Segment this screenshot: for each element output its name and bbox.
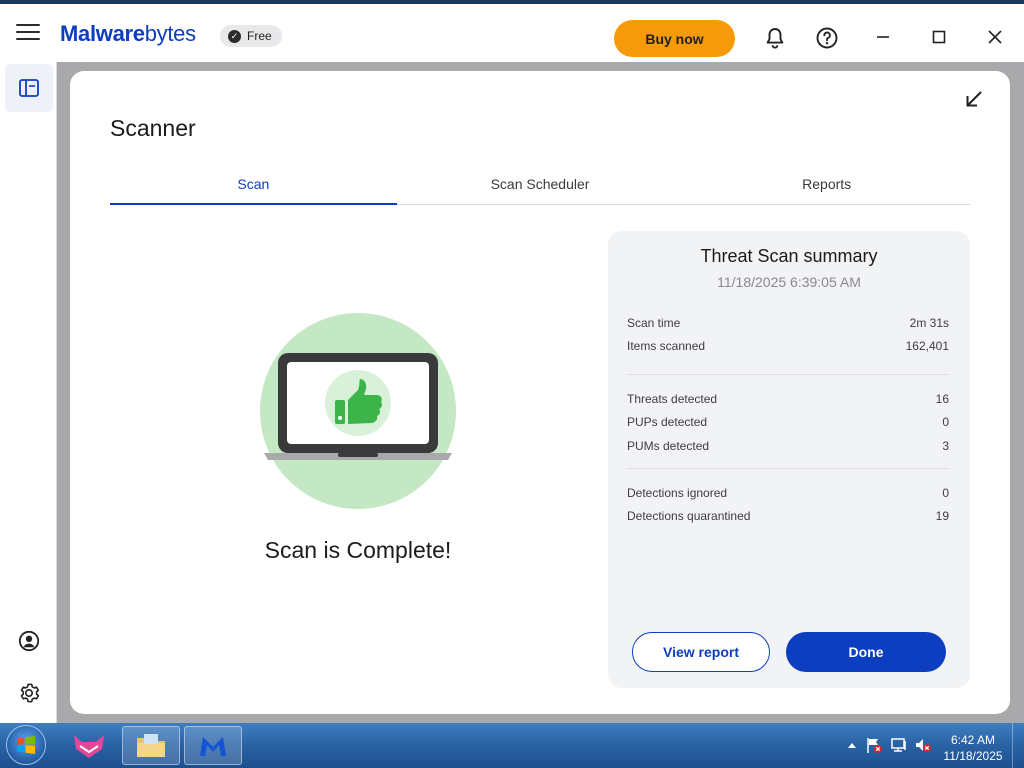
close-icon[interactable] <box>980 22 1010 52</box>
folder-icon <box>137 733 165 757</box>
summary-row-label: PUPs detected <box>627 415 708 429</box>
done-button[interactable]: Done <box>786 632 946 672</box>
view-report-button[interactable]: View report <box>632 632 770 672</box>
summary-row-label: Threats detected <box>627 392 718 406</box>
threat-scan-summary-panel: Threat Scan summary 11/18/2025 6:39:05 A… <box>608 231 970 688</box>
summary-row-value: 19 <box>935 509 949 523</box>
plan-badge-label: Free <box>247 29 272 43</box>
clock-time: 6:42 AM <box>950 733 996 747</box>
fox-icon <box>74 734 104 758</box>
summary-row-detections-ignored: Detections ignored 0 <box>627 486 949 504</box>
logo-text-bold: Malware <box>60 21 145 46</box>
malwarebytes-logo: Malware bytes <box>60 21 196 47</box>
summary-row-label: Detections ignored <box>627 486 728 500</box>
tab-scan[interactable]: Scan <box>110 167 397 205</box>
summary-row-value: 0 <box>942 415 949 429</box>
summary-date: 11/18/2025 6:39:05 AM <box>717 274 861 290</box>
scanner-tabs: Scan Scan Scheduler Reports <box>110 167 970 205</box>
summary-row-label: Items scanned <box>627 339 706 353</box>
plan-badge: ✓ Free <box>220 25 282 47</box>
summary-title: Threat Scan summary <box>700 246 878 266</box>
buy-now-button[interactable]: Buy now <box>614 20 735 57</box>
summary-row-value: 3 <box>942 439 949 453</box>
show-desktop-button[interactable] <box>1012 723 1024 768</box>
summary-row-value: 2m 31s <box>909 316 949 330</box>
gear-icon[interactable] <box>5 669 53 717</box>
summary-row-scan-time: Scan time 2m 31s <box>627 316 949 334</box>
collapse-arrow-icon[interactable] <box>962 87 986 111</box>
taskbar-app-file-explorer[interactable] <box>122 726 180 765</box>
summary-divider <box>627 468 949 469</box>
check-icon: ✓ <box>228 29 241 43</box>
taskbar-clock[interactable]: 6:42 AM 11/18/2025 <box>938 732 1008 764</box>
page-title: Scanner <box>110 115 196 141</box>
summary-row-pums-detected: PUMs detected 3 <box>627 439 949 457</box>
summary-row-detections-quarantined: Detections quarantined 19 <box>627 509 949 527</box>
show-hidden-icons-icon[interactable] <box>842 735 862 755</box>
taskbar-app-foxmail[interactable] <box>60 726 118 765</box>
summary-row-label: PUMs detected <box>627 439 710 453</box>
start-button[interactable] <box>6 725 46 765</box>
network-icon[interactable] <box>889 735 909 755</box>
summary-row-value: 16 <box>935 392 949 406</box>
summary-row-value: 162,401 <box>905 339 949 353</box>
summary-row-threats-detected: Threats detected 16 <box>627 392 949 410</box>
windows-logo-icon <box>17 736 35 754</box>
dashboard-icon[interactable] <box>5 64 53 112</box>
tab-scan-scheduler[interactable]: Scan Scheduler <box>397 167 684 204</box>
hamburger-menu-icon[interactable] <box>16 24 40 42</box>
summary-row-label: Detections quarantined <box>627 509 751 523</box>
volume-muted-icon[interactable] <box>913 735 933 755</box>
action-center-flag-icon[interactable] <box>864 735 884 755</box>
logo-text-light: bytes <box>144 21 196 46</box>
left-navigation-rail <box>0 62 57 723</box>
maximize-icon[interactable] <box>924 22 954 52</box>
summary-row-label: Scan time <box>627 316 681 330</box>
title-bar: Malware bytes ✓ Free Buy now <box>0 0 1024 62</box>
taskbar-app-malwarebytes[interactable] <box>184 726 242 765</box>
scan-complete-message: Scan is Complete! <box>264 537 452 563</box>
scan-complete-illustration <box>260 313 456 509</box>
bell-icon[interactable] <box>763 26 787 50</box>
summary-row-value: 0 <box>942 486 949 500</box>
scanner-card: Scanner Scan Scan Scheduler Reports Scan… <box>70 71 1010 714</box>
help-question-icon[interactable] <box>815 26 839 50</box>
clock-date: 11/18/2025 <box>943 749 1003 763</box>
summary-row-pups-detected: PUPs detected 0 <box>627 415 949 433</box>
summary-divider <box>627 374 949 375</box>
summary-row-items-scanned: Items scanned 162,401 <box>627 339 949 357</box>
minimize-icon[interactable] <box>868 22 898 52</box>
tab-reports[interactable]: Reports <box>683 167 970 204</box>
windows-taskbar: 6:42 AM 11/18/2025 <box>0 723 1024 768</box>
account-icon[interactable] <box>5 617 53 665</box>
malwarebytes-icon <box>200 736 226 756</box>
